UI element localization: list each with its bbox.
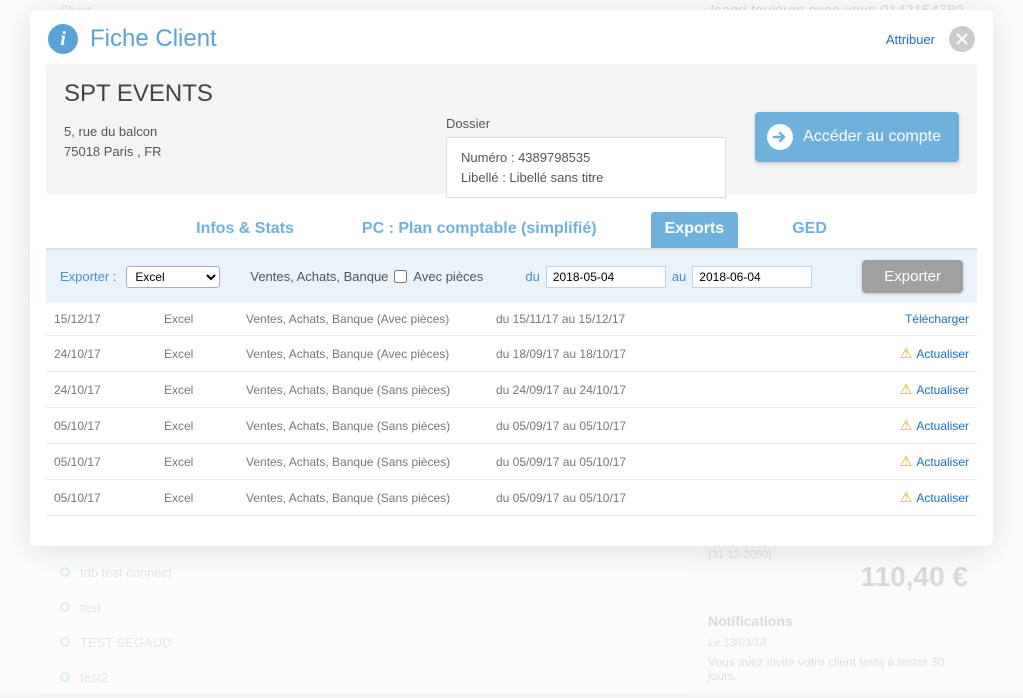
export-period: du 05/09/17 au 05/10/17	[496, 419, 756, 433]
warning-icon: ⚠	[900, 417, 913, 434]
export-button[interactable]: Exporter	[862, 260, 963, 293]
warning-icon: ⚠	[900, 345, 913, 362]
client-name: SPT EVENTS	[64, 80, 959, 108]
export-format: Excel	[164, 491, 246, 505]
dossier-section: Dossier Numéro : 4389798535 Libellé : Li…	[446, 116, 726, 198]
arrow-right-icon	[767, 124, 793, 150]
export-format: Excel	[164, 312, 246, 326]
export-row: 15/12/17ExcelVentes, Achats, Banque (Ave…	[46, 303, 977, 336]
warning-icon: ⚠	[900, 381, 913, 398]
export-content: Ventes, Achats, Banque (Sans pièces)	[246, 491, 496, 505]
with-pieces-label: Avec pièces	[413, 269, 483, 284]
client-modal: i Fiche Client Attribuer SPT EVENTS 5, r…	[30, 10, 993, 546]
export-action-label: Actualiser	[916, 491, 969, 505]
info-icon: i	[48, 24, 78, 54]
export-action-link[interactable]: ⚠Actualiser	[900, 381, 969, 398]
export-date: 15/12/17	[54, 312, 164, 326]
date-to-input[interactable]	[692, 266, 812, 288]
export-format: Excel	[164, 383, 246, 397]
export-action-link[interactable]: Télécharger	[905, 312, 969, 326]
export-history-table: 15/12/17ExcelVentes, Achats, Banque (Ave…	[46, 303, 977, 516]
export-row: 24/10/17ExcelVentes, Achats, Banque (Ave…	[46, 336, 977, 372]
export-content: Ventes, Achats, Banque (Sans pièces)	[246, 419, 496, 433]
export-period: du 24/09/17 au 24/10/17	[496, 383, 756, 397]
tab-2[interactable]: Exports	[651, 212, 739, 248]
client-info-box: SPT EVENTS 5, rue du balcon 75018 Paris …	[46, 64, 977, 194]
export-toolbar: Exporter : Excel Ventes, Achats, Banque …	[46, 250, 977, 303]
dossier-box: Numéro : 4389798535 Libellé : Libellé sa…	[446, 137, 726, 198]
export-period: du 05/09/17 au 05/10/17	[496, 491, 756, 505]
export-action-link[interactable]: ⚠Actualiser	[900, 417, 969, 434]
export-types: Ventes, Achats, Banque Avec pièces	[250, 269, 483, 284]
tab-bar: Infos & Stats PC : Plan comptable (simpli…	[46, 212, 977, 250]
export-format: Excel	[164, 347, 246, 361]
close-icon	[956, 33, 968, 45]
date-from-input[interactable]	[546, 266, 666, 288]
export-action-link[interactable]: ⚠Actualiser	[900, 489, 969, 506]
dossier-lib: Libellé : Libellé sans titre	[461, 168, 711, 188]
access-account-button[interactable]: Accéder au compte	[755, 112, 959, 162]
du-label: du	[525, 269, 539, 284]
dossier-label: Dossier	[446, 116, 726, 131]
export-date: 05/10/17	[54, 491, 164, 505]
with-pieces-checkbox[interactable]	[394, 270, 407, 283]
export-content: Ventes, Achats, Banque (Sans pièces)	[246, 383, 496, 397]
export-types-text: Ventes, Achats, Banque	[250, 269, 388, 284]
export-action-label: Actualiser	[916, 347, 969, 361]
export-content: Ventes, Achats, Banque (Avec pièces)	[246, 312, 496, 326]
export-row: 05/10/17ExcelVentes, Achats, Banque (San…	[46, 408, 977, 444]
export-row: 24/10/17ExcelVentes, Achats, Banque (San…	[46, 372, 977, 408]
export-format-select[interactable]: Excel	[126, 266, 220, 288]
export-label: Exporter :	[60, 269, 116, 284]
export-action-label: Télécharger	[905, 312, 969, 326]
export-content: Ventes, Achats, Banque (Avec pièces)	[246, 347, 496, 361]
export-content: Ventes, Achats, Banque (Sans pièces)	[246, 455, 496, 469]
close-button[interactable]	[949, 26, 975, 52]
export-action-label: Actualiser	[916, 455, 969, 469]
export-date: 24/10/17	[54, 383, 164, 397]
export-period: du 05/09/17 au 05/10/17	[496, 455, 756, 469]
warning-icon: ⚠	[900, 453, 913, 470]
modal-header: i Fiche Client Attribuer	[30, 10, 993, 64]
export-row: 05/10/17ExcelVentes, Achats, Banque (San…	[46, 444, 977, 480]
access-button-label: Accéder au compte	[803, 128, 941, 146]
tab-0[interactable]: Infos & Stats	[182, 212, 308, 248]
export-period: du 15/11/17 au 15/12/17	[496, 312, 756, 326]
export-row: 05/10/17ExcelVentes, Achats, Banque (San…	[46, 480, 977, 516]
export-action-link[interactable]: ⚠Actualiser	[900, 453, 969, 470]
tab-3[interactable]: GED	[778, 212, 841, 248]
au-label: au	[672, 269, 686, 284]
export-period: du 18/09/17 au 18/10/17	[496, 347, 756, 361]
modal-title: Fiche Client	[90, 25, 217, 53]
export-action-label: Actualiser	[916, 419, 969, 433]
export-format: Excel	[164, 455, 246, 469]
export-action-label: Actualiser	[916, 383, 969, 397]
export-action-link[interactable]: ⚠Actualiser	[900, 345, 969, 362]
attribuer-link[interactable]: Attribuer	[886, 32, 935, 47]
dossier-num: Numéro : 4389798535	[461, 148, 711, 168]
export-date: 05/10/17	[54, 419, 164, 433]
export-date: 05/10/17	[54, 455, 164, 469]
warning-icon: ⚠	[900, 489, 913, 506]
tab-1[interactable]: PC : Plan comptable (simplifié)	[348, 212, 611, 248]
export-format: Excel	[164, 419, 246, 433]
export-date: 24/10/17	[54, 347, 164, 361]
